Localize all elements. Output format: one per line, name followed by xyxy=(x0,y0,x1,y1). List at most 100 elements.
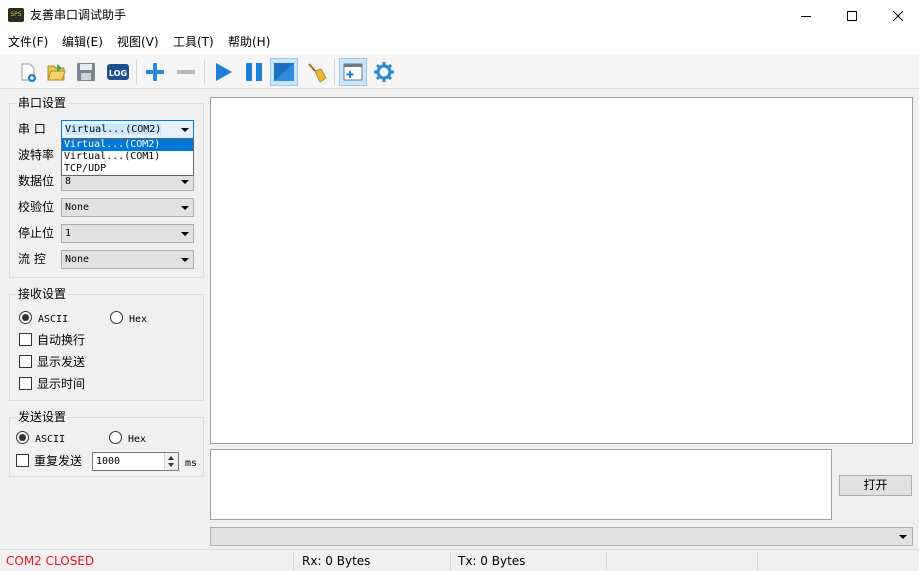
open-port-button[interactable]: 打开 xyxy=(839,475,912,496)
log-text: LOG xyxy=(109,69,127,78)
save-button[interactable] xyxy=(72,58,100,86)
baud-label: 波特率 xyxy=(18,148,55,162)
auto-newline-checkbox[interactable] xyxy=(19,333,32,346)
remove-button[interactable] xyxy=(172,58,200,86)
data-bits-label: 数据位 xyxy=(18,174,55,188)
receive-hex-radio[interactable] xyxy=(110,311,123,324)
menu-bar: 文件(F) 编辑(E) 视图(V) 工具(T) 帮助(H) xyxy=(0,31,919,54)
toolbar-separator xyxy=(136,59,137,85)
send-hex-radio[interactable] xyxy=(109,431,122,444)
send-text-area[interactable] xyxy=(210,449,832,520)
menu-edit[interactable]: 编辑(E) xyxy=(62,35,103,50)
send-ascii-label: ASCII xyxy=(35,434,66,445)
stop-bits-select[interactable]: 1 xyxy=(61,224,194,243)
chevron-down-icon xyxy=(181,180,189,184)
window-add-button[interactable] xyxy=(339,58,367,86)
port-select[interactable]: Virtual...(COM2) xyxy=(61,120,194,139)
send-hex-label: Hex xyxy=(128,434,147,445)
repeat-interval-value: 1000 xyxy=(96,456,121,467)
close-icon xyxy=(893,10,903,21)
status-bar: COM2 CLOSED Rx: 0 Bytes Tx: 0 Bytes xyxy=(0,549,919,571)
receive-text-area[interactable] xyxy=(210,97,913,444)
fill-screen-button[interactable] xyxy=(270,58,298,86)
flow-label: 流 控 xyxy=(18,252,46,266)
menu-help[interactable]: 帮助(H) xyxy=(228,35,270,50)
data-bits-value: 8 xyxy=(65,176,72,187)
spin-up-icon[interactable] xyxy=(168,456,174,460)
repeat-interval-spinbox[interactable]: 1000 xyxy=(92,452,179,471)
window-title: 友善串口调试助手 xyxy=(30,8,127,22)
maximize-icon xyxy=(847,10,857,21)
repeat-send-label: 重复发送 xyxy=(34,454,83,468)
receive-ascii-radio[interactable] xyxy=(19,311,32,324)
port-option[interactable]: Virtual...(COM2) xyxy=(62,139,193,151)
play-button[interactable] xyxy=(209,58,237,86)
port-option[interactable]: Virtual...(COM1) xyxy=(62,151,193,163)
flow-select[interactable]: None xyxy=(61,250,194,269)
new-button[interactable] xyxy=(14,58,42,86)
serial-settings-title: 串口设置 xyxy=(16,96,69,111)
minimize-button[interactable] xyxy=(783,0,829,31)
menu-file[interactable]: 文件(F) xyxy=(8,35,48,50)
minimize-icon xyxy=(801,15,811,17)
receive-settings-title: 接收设置 xyxy=(16,287,69,302)
add-button[interactable] xyxy=(141,58,169,86)
show-send-checkbox[interactable] xyxy=(19,355,32,368)
send-settings-title: 发送设置 xyxy=(16,410,69,425)
receive-hex-label: Hex xyxy=(129,314,148,325)
spin-buttons[interactable] xyxy=(164,453,178,470)
close-button[interactable] xyxy=(875,0,919,31)
stop-bits-label: 停止位 xyxy=(18,226,55,240)
port-status: COM2 CLOSED xyxy=(6,554,95,568)
log-button[interactable]: LOG xyxy=(104,58,132,86)
chevron-down-icon xyxy=(181,206,189,210)
parity-value: None xyxy=(65,202,90,213)
show-time-label: 显示时间 xyxy=(37,377,86,391)
port-label: 串 口 xyxy=(18,122,46,136)
chevron-down-icon xyxy=(181,232,189,236)
receive-ascii-label: ASCII xyxy=(38,314,69,325)
status-separator xyxy=(757,552,758,570)
menu-tools[interactable]: 工具(T) xyxy=(173,35,214,50)
log-icon: LOG xyxy=(107,64,129,80)
auto-newline-label: 自动换行 xyxy=(37,333,86,347)
show-time-checkbox[interactable] xyxy=(19,377,32,390)
open-button-toolbar[interactable] xyxy=(42,58,70,86)
status-separator xyxy=(450,552,451,570)
gear-icon xyxy=(374,62,394,82)
port-dropdown-list: Virtual...(COM2) Virtual...(COM1) TCP/UD… xyxy=(61,138,194,176)
play-icon xyxy=(216,63,232,81)
clear-button[interactable] xyxy=(302,58,330,86)
rx-counter: Rx: 0 Bytes xyxy=(302,554,371,568)
open-folder-icon xyxy=(47,64,66,81)
pause-button[interactable] xyxy=(240,58,268,86)
new-icon xyxy=(21,63,36,82)
save-icon xyxy=(77,63,95,81)
maximize-button[interactable] xyxy=(829,0,875,31)
title-bar: SPS 友善串口调试助手 xyxy=(0,0,919,31)
port-value: Virtual...(COM2) xyxy=(65,124,162,135)
toolbar-separator xyxy=(204,59,205,85)
send-history-select[interactable] xyxy=(210,527,913,546)
chevron-down-icon xyxy=(181,128,189,132)
status-separator xyxy=(293,552,294,570)
show-send-label: 显示发送 xyxy=(37,355,86,369)
status-separator xyxy=(606,552,607,570)
add-icon xyxy=(146,63,164,81)
interval-unit-label: ms xyxy=(185,458,198,469)
port-option[interactable]: TCP/UDP xyxy=(62,163,193,175)
menu-view[interactable]: 视图(V) xyxy=(117,35,159,50)
parity-label: 校验位 xyxy=(18,200,55,214)
stop-bits-value: 1 xyxy=(65,228,72,239)
chevron-down-icon xyxy=(899,535,907,539)
repeat-send-checkbox[interactable] xyxy=(16,454,29,467)
toolbar-separator xyxy=(334,59,335,85)
send-ascii-radio[interactable] xyxy=(16,431,29,444)
settings-button[interactable] xyxy=(370,58,398,86)
parity-select[interactable]: None xyxy=(61,198,194,217)
spin-down-icon[interactable] xyxy=(168,463,174,467)
flow-value: None xyxy=(65,254,90,265)
remove-icon xyxy=(177,70,195,74)
pause-icon xyxy=(246,63,262,81)
fill-screen-icon xyxy=(274,63,294,81)
